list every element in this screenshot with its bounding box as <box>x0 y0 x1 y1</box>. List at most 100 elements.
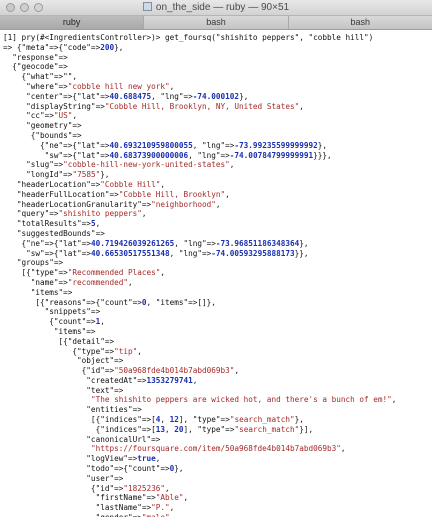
terminal-text-segment: [{"reasons"=>{"count"=> <box>3 297 142 307</box>
terminal-text-segment: , <box>72 111 78 121</box>
terminal-text-segment: 13 <box>155 424 165 434</box>
terminal-text-segment: {"what"=>"", <box>3 72 78 82</box>
terminal-text-segment: "cobble-hill-new-york-united-states" <box>63 160 230 170</box>
terminal-text-segment: "object"=> <box>3 356 124 366</box>
terminal-text-segment: "items"=> <box>3 287 73 297</box>
terminal-text-segment: 40.719426039261265 <box>90 238 175 248</box>
terminal-line: [{"detail"=> <box>3 337 432 347</box>
terminal-text-segment: "shishito peppers" <box>58 209 142 219</box>
terminal-text-segment: , "lng"=> <box>192 140 235 150</box>
terminal-text-segment: "tip" <box>114 346 138 356</box>
terminal-text-segment: "Cobble Hill, Brooklyn, NY, United State… <box>104 101 300 111</box>
terminal-text-segment: "7585" <box>72 170 101 180</box>
terminal-text-segment: "https://foursquare.com/item/50a968fde4b… <box>90 444 341 454</box>
terminal-text-segment: "snippets"=> <box>3 307 101 317</box>
terminal-text-segment: [{"type"=> <box>3 268 68 278</box>
terminal-text-segment: "query"=> <box>3 209 59 219</box>
terminal-text-segment: "response"=> <box>3 52 68 62</box>
terminal-text-segment: "canonicalUrl"=> <box>3 434 161 444</box>
terminal-line: {"count"=>1, <box>3 317 432 327</box>
terminal-text-segment: "gender"=> <box>3 513 142 517</box>
terminal-line: {"what"=>"", <box>3 72 432 82</box>
terminal-text-segment: "slug"=> <box>3 160 64 170</box>
terminal-text-segment: [{"indices"=>[ <box>3 415 156 425</box>
terminal-line: "headerLocationGranularity"=>"neighborho… <box>3 200 432 210</box>
terminal-text-segment: , <box>183 493 189 503</box>
terminal-line: {"type"=>"tip", <box>3 347 432 357</box>
terminal-text-segment: -73.99235599999992 <box>234 140 318 150</box>
folder-icon <box>142 2 152 11</box>
terminal-line: {"id"=>"50a968fde4b014b7abd069b3", <box>3 366 432 376</box>
terminal-text-segment: , <box>141 209 147 219</box>
title-bar[interactable]: on_the_side — ruby — 90×51 <box>0 0 432 16</box>
terminal-text-segment: "The shishito peppers are wicked hot, an… <box>90 395 392 405</box>
terminal-text-segment: "logView"=> <box>3 454 138 464</box>
terminal-text-segment: }, <box>294 415 304 425</box>
terminal-line: "center"=>{"lat"=>40.688475, "lng"=>-74.… <box>3 92 432 102</box>
terminal-output[interactable]: [1] pry(#<IngredientsController>)> get_f… <box>0 30 432 517</box>
terminal-line: => {"meta"=>{"code"=>200}, <box>3 43 432 53</box>
terminal-line: "geometry"=> <box>3 121 432 131</box>
terminal-line: "object"=> <box>3 356 432 366</box>
terminal-line: [{"indices"=>[4, 12], "type"=>"search_ma… <box>3 415 432 425</box>
terminal-text-segment: , <box>234 366 240 376</box>
terminal-line: {"geocode"=> <box>3 62 432 72</box>
terminal-line: "user"=> <box>3 474 432 484</box>
terminal-text-segment: "search_match" <box>234 424 300 434</box>
terminal-text-segment: => {"meta"=>{"code"=> <box>3 42 101 52</box>
terminal-text-segment: "todo"=>{"count"=> <box>3 464 170 474</box>
terminal-text-segment: "lastName"=> <box>3 503 152 513</box>
terminal-text-segment: , <box>192 375 198 385</box>
terminal-text-segment: -74.00593295888173 <box>211 248 295 258</box>
terminal-text-segment: {"indices"=>[ <box>3 424 156 434</box>
tab-bash-1[interactable]: bash <box>144 16 289 29</box>
terminal-text-segment: }, <box>299 238 309 248</box>
terminal-line: "name"=>"recommended", <box>3 278 432 288</box>
terminal-text-segment: {"geocode"=> <box>3 62 68 72</box>
terminal-text-segment: "male" <box>142 513 170 517</box>
terminal-text-segment: 40.688475 <box>109 91 152 101</box>
window-title: on_the_side — ruby — 90×51 <box>155 2 290 13</box>
terminal-text-segment: , <box>229 160 235 170</box>
terminal-text-segment: "suggestedBounds"=> <box>3 228 105 238</box>
terminal-text-segment: 40.693210959800055 <box>109 140 193 150</box>
terminal-text-segment: "neighborhood" <box>151 199 216 209</box>
terminal-text-segment: 40.68373900000006 <box>109 150 189 160</box>
window-title-container: on_the_side — ruby — 90×51 <box>0 2 432 14</box>
terminal-line: "headerFullLocation"=>"Cobble Hill, Broo… <box>3 190 432 200</box>
tab-bash-2[interactable]: bash <box>289 16 432 29</box>
terminal-line: {"id"=>"1825236", <box>3 484 432 494</box>
terminal-text-segment: 12 <box>169 415 179 425</box>
terminal-line: "gender"=>"male", <box>3 513 432 517</box>
terminal-text-segment: "createdAt"=> <box>3 375 147 385</box>
terminal-text-segment: 1353279741 <box>146 375 193 385</box>
tab-ruby[interactable]: ruby <box>0 16 145 29</box>
terminal-text-segment: "items"=> <box>3 326 96 336</box>
terminal-text-segment: [1] pry(#<IngredientsController>)> get_f… <box>3 33 374 42</box>
terminal-text-segment: "headerLocationGranularity"=> <box>3 199 152 209</box>
terminal-text-segment: "headerLocation"=> <box>3 179 101 189</box>
terminal-text-segment: {"bounds"=> <box>3 130 82 140</box>
terminal-text-segment: , <box>160 179 166 189</box>
terminal-text-segment: "US" <box>53 111 73 121</box>
terminal-text-segment: 20 <box>174 424 184 434</box>
terminal-text-segment: "Recommended Places" <box>67 268 161 278</box>
terminal-text-segment: , <box>299 101 304 111</box>
terminal-line: "headerLocation"=>"Cobble Hill", <box>3 180 432 190</box>
terminal-window: on_the_side — ruby — 90×51 ruby bash bas… <box>0 0 432 517</box>
terminal-line: "sw"=>{"lat"=>40.66530517551348, "lng"=>… <box>3 249 432 259</box>
terminal-text-segment: "sw"=>{"lat"=> <box>3 248 91 258</box>
terminal-text-segment: ], "type"=> <box>178 415 230 425</box>
terminal-text-segment: , <box>215 199 221 209</box>
terminal-text-segment: -74.00784799999991 <box>229 150 314 160</box>
terminal-text-segment: "cobble hill new york" <box>67 81 170 91</box>
terminal-text-segment: -74.000102 <box>192 91 240 101</box>
terminal-text-segment: "totalResults"=> <box>3 219 91 229</box>
terminal-text-segment: 40.66530517551348 <box>90 248 170 258</box>
terminal-text-segment: "P." <box>151 503 170 513</box>
terminal-text-segment: , <box>155 454 161 464</box>
terminal-text-segment: }, <box>114 42 124 52</box>
terminal-line: "text"=> <box>3 386 432 396</box>
terminal-text-segment: }, <box>239 91 249 101</box>
